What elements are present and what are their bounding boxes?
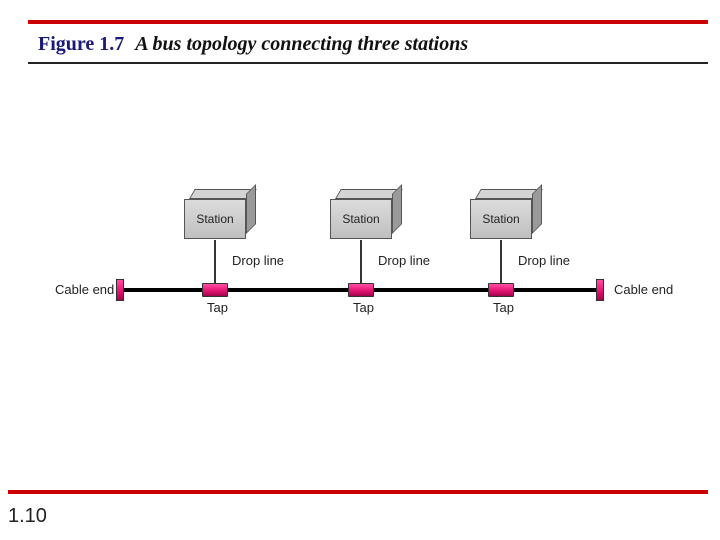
station-3-front: Station — [470, 199, 532, 239]
figure-caption: A bus topology connecting three stations — [135, 33, 468, 55]
tap-2 — [348, 283, 374, 297]
station-3-side — [532, 184, 542, 234]
drop-line-3 — [500, 240, 502, 283]
drop-line-2 — [360, 240, 362, 283]
station-3: Station — [470, 189, 542, 239]
label-cable-end-right: Cable end — [614, 282, 673, 297]
cable-terminator-left — [116, 279, 124, 301]
label-drop-line-3: Drop line — [518, 253, 570, 268]
tap-1 — [202, 283, 228, 297]
station-3-top — [475, 189, 543, 199]
station-1: Station — [184, 189, 256, 239]
label-tap-3: Tap — [493, 300, 514, 315]
station-2: Station — [330, 189, 402, 239]
station-3-label: Station — [482, 212, 519, 226]
figure-title: Figure 1.7 A bus topology connecting thr… — [38, 33, 468, 56]
backbone-cable — [120, 288, 600, 292]
page-number: 1.10 — [8, 505, 47, 528]
label-cable-end-left: Cable end — [55, 282, 114, 297]
divider-top — [28, 20, 708, 24]
divider-bottom — [8, 490, 708, 494]
tap-3 — [488, 283, 514, 297]
station-2-label: Station — [342, 212, 379, 226]
label-drop-line-1: Drop line — [232, 253, 284, 268]
station-2-side — [392, 184, 402, 234]
station-1-front: Station — [184, 199, 246, 239]
label-tap-2: Tap — [353, 300, 374, 315]
station-2-front: Station — [330, 199, 392, 239]
drop-line-1 — [214, 240, 216, 283]
station-1-label: Station — [196, 212, 233, 226]
station-1-top — [189, 189, 257, 199]
bus-topology-diagram: Cable end Cable end Station Drop line Ta… — [0, 0, 720, 540]
label-tap-1: Tap — [207, 300, 228, 315]
divider-under-title — [28, 62, 708, 64]
label-drop-line-2: Drop line — [378, 253, 430, 268]
cable-terminator-right — [596, 279, 604, 301]
station-1-side — [246, 184, 256, 234]
station-2-top — [335, 189, 403, 199]
figure-number: Figure 1.7 — [38, 33, 124, 55]
